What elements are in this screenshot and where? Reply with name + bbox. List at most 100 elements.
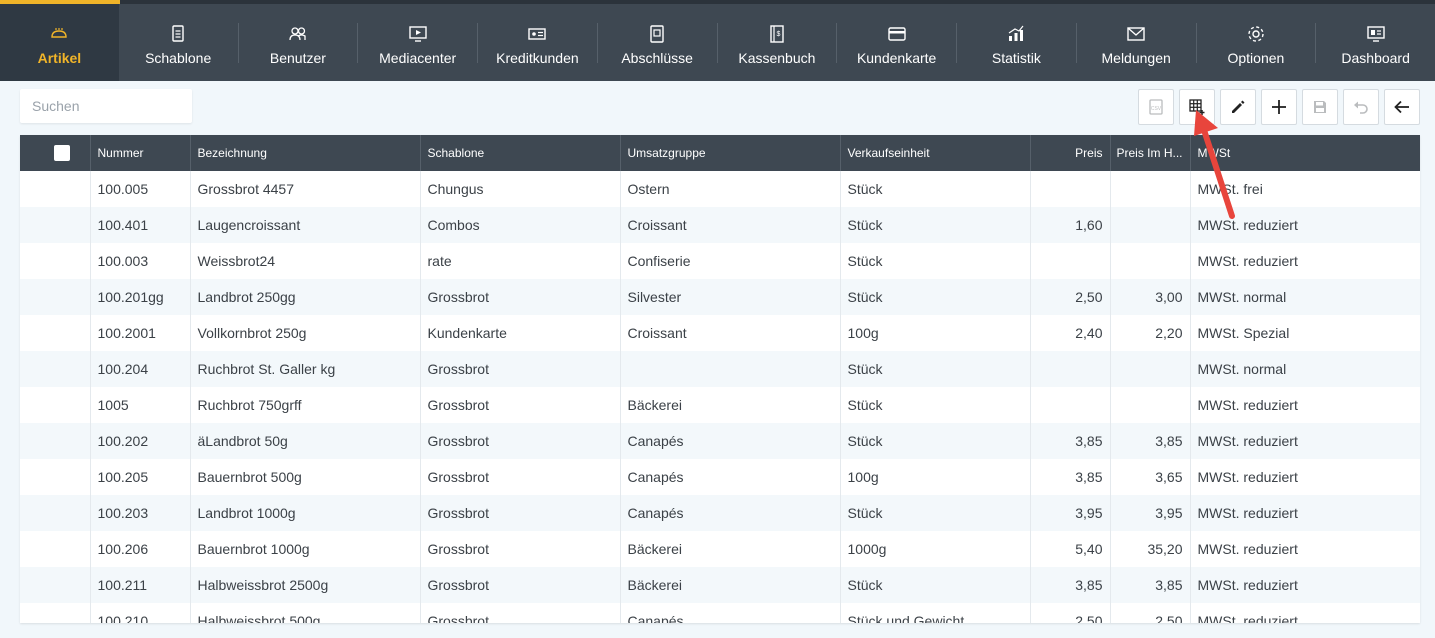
cell-mwst: MWSt. reduziert	[1189, 495, 1420, 531]
csv-export-button[interactable]: CSV	[1138, 89, 1174, 125]
save-button[interactable]	[1302, 89, 1338, 125]
row-select-cell[interactable]	[20, 459, 90, 495]
table-row[interactable]: 100.205 Bauernbrot 500g Grossbrot Canapés 10…	[20, 459, 1420, 495]
nav-item-label: Meldungen	[1101, 50, 1171, 66]
table-row[interactable]: 100.005 Grossbrot 4457 Chungus Ostern Stück M…	[20, 171, 1420, 207]
table-row[interactable]: 1005 Ruchbrot 750grff Grossbrot Bäckerei Stü…	[20, 387, 1420, 423]
toolbar: CSV	[1138, 89, 1420, 125]
row-select-cell[interactable]	[20, 207, 90, 243]
row-select-cell[interactable]	[20, 243, 90, 279]
bread-icon	[49, 24, 69, 44]
row-select-cell[interactable]	[20, 171, 90, 207]
cell-verkaufseinheit: Stück	[839, 171, 1030, 207]
row-select-cell[interactable]	[20, 531, 90, 567]
cell-umsatzgruppe: Canapés	[619, 495, 840, 531]
cell-preis-im-haus	[1109, 207, 1190, 243]
nav-item-schablone[interactable]: Schablone	[119, 4, 238, 81]
cell-mwst: MWSt. Spezial	[1189, 315, 1420, 351]
nav-item-mediacenter[interactable]: Mediacenter	[358, 4, 477, 81]
nav-item-dashboard[interactable]: Dashboard	[1316, 4, 1435, 81]
mail-icon	[1126, 24, 1146, 44]
table-row[interactable]: 100.2001 Vollkornbrot 250g Kundenkarte Croi…	[20, 315, 1420, 351]
save-icon	[1314, 101, 1326, 113]
csv-export-icon: CSV	[1149, 99, 1163, 115]
undo-button[interactable]	[1343, 89, 1379, 125]
row-select-cell[interactable]	[20, 279, 90, 315]
row-select-cell[interactable]	[20, 603, 90, 623]
cell-preis: 2,40	[1029, 315, 1110, 351]
column-header-mwst[interactable]: MWSt	[1189, 135, 1420, 171]
row-select-cell[interactable]	[20, 423, 90, 459]
table-row[interactable]: 100.202 äLandbrot 50g Grossbrot Canapés Stüc…	[20, 423, 1420, 459]
edit-button[interactable]	[1220, 89, 1256, 125]
cell-verkaufseinheit: 1000g	[839, 531, 1030, 567]
nav-item-label: Schablone	[145, 50, 212, 66]
table-row[interactable]: 100.206 Bauernbrot 1000g Grossbrot Bäckerei…	[20, 531, 1420, 567]
cell-nummer: 100.204	[89, 351, 190, 387]
nav-item-label: Optionen	[1227, 50, 1285, 66]
row-select-cell[interactable]	[20, 567, 90, 603]
table-header-row: Nummer Bezeichnung Schablone Umsatzgrupp…	[20, 135, 1420, 171]
table-row[interactable]: 100.201gg Landbrot 250gg Grossbrot Silveste…	[20, 279, 1420, 315]
cell-schablone: Kundenkarte	[419, 315, 620, 351]
cell-bezeichnung: Bauernbrot 500g	[189, 459, 420, 495]
nav-item-kassenbuch[interactable]: $ Kassenbuch	[718, 4, 837, 81]
cell-verkaufseinheit: Stück	[839, 351, 1030, 387]
cell-bezeichnung: Landbrot 1000g	[189, 495, 420, 531]
back-button[interactable]	[1384, 89, 1420, 125]
cell-preis	[1029, 243, 1110, 279]
row-select-cell[interactable]	[20, 351, 90, 387]
gear-icon	[1246, 24, 1266, 44]
nav-item-artikel[interactable]: Artikel	[0, 0, 120, 81]
nav-item-kreditkunden[interactable]: Kreditkunden	[478, 4, 597, 81]
table-row[interactable]: 100.401 Laugencroissant Combos Croissant Stü…	[20, 207, 1420, 243]
cell-verkaufseinheit: Stück	[839, 243, 1030, 279]
cell-preis-im-haus: 2,20	[1109, 315, 1190, 351]
cell-bezeichnung: Grossbrot 4457	[189, 171, 420, 207]
table-row[interactable]: 100.003 Weissbrot24 rate Confiserie Stück MWS…	[20, 243, 1420, 279]
table-row[interactable]: 100.204 Ruchbrot St. Galler kg Grossbrot St…	[20, 351, 1420, 387]
nav-item-statistik[interactable]: Statistik	[957, 4, 1076, 81]
cell-umsatzgruppe: Bäckerei	[619, 567, 840, 603]
select-all-checkbox[interactable]	[54, 145, 70, 161]
nav-item-label: Kreditkunden	[496, 50, 579, 66]
table-row[interactable]: 100.211 Halbweissbrot 2500g Grossbrot Bäcke…	[20, 567, 1420, 603]
nav-item-label: Dashboard	[1341, 50, 1410, 66]
add-button[interactable]	[1261, 89, 1297, 125]
cell-mwst: MWSt. reduziert	[1189, 531, 1420, 567]
cell-mwst: MWSt. reduziert	[1189, 243, 1420, 279]
column-header-nummer[interactable]: Nummer	[89, 135, 190, 171]
cell-preis	[1029, 171, 1110, 207]
articles-table: Nummer Bezeichnung Schablone Umsatzgrupp…	[20, 135, 1420, 623]
cell-mwst: MWSt. normal	[1189, 351, 1420, 387]
nav-item-meldungen[interactable]: Meldungen	[1077, 4, 1196, 81]
cell-preis-im-haus: 35,20	[1109, 531, 1190, 567]
cell-mwst: MWSt. reduziert	[1189, 459, 1420, 495]
search-input[interactable]	[20, 89, 192, 123]
cell-umsatzgruppe: Bäckerei	[619, 387, 840, 423]
cell-bezeichnung: Weissbrot24	[189, 243, 420, 279]
column-header-umsatzgruppe[interactable]: Umsatzgruppe	[619, 135, 840, 171]
column-header-preis[interactable]: Preis	[1029, 135, 1110, 171]
nav-item-kundenkarte[interactable]: Kundenkarte	[837, 4, 956, 81]
nav-item-abschluesse[interactable]: Abschlüsse	[598, 4, 717, 81]
column-header-schablone[interactable]: Schablone	[419, 135, 620, 171]
svg-text:$: $	[776, 31, 780, 38]
svg-text:CSV: CSV	[1151, 106, 1162, 112]
row-select-cell[interactable]	[20, 315, 90, 351]
table-row[interactable]: 100.210 Halbweissbrot 500g Grossbrot Canapé…	[20, 603, 1420, 623]
cell-verkaufseinheit: Stück	[839, 207, 1030, 243]
cell-mwst: MWSt. reduziert	[1189, 207, 1420, 243]
table-row[interactable]: 100.203 Landbrot 1000g Grossbrot Canapés Stü…	[20, 495, 1420, 531]
cell-preis-im-haus	[1109, 351, 1190, 387]
nav-item-benutzer[interactable]: Benutzer	[239, 4, 358, 81]
row-select-cell[interactable]	[20, 495, 90, 531]
table-add-button[interactable]	[1179, 89, 1215, 125]
column-header-bezeichnung[interactable]: Bezeichnung	[189, 135, 420, 171]
column-header-verkaufseinheit[interactable]: Verkaufseinheit	[839, 135, 1030, 171]
column-header-preis-im-haus[interactable]: Preis Im H...	[1109, 135, 1190, 171]
cell-preis: 3,85	[1029, 423, 1110, 459]
nav-item-optionen[interactable]: Optionen	[1197, 4, 1316, 81]
cell-bezeichnung: Vollkornbrot 250g	[189, 315, 420, 351]
row-select-cell[interactable]	[20, 387, 90, 423]
